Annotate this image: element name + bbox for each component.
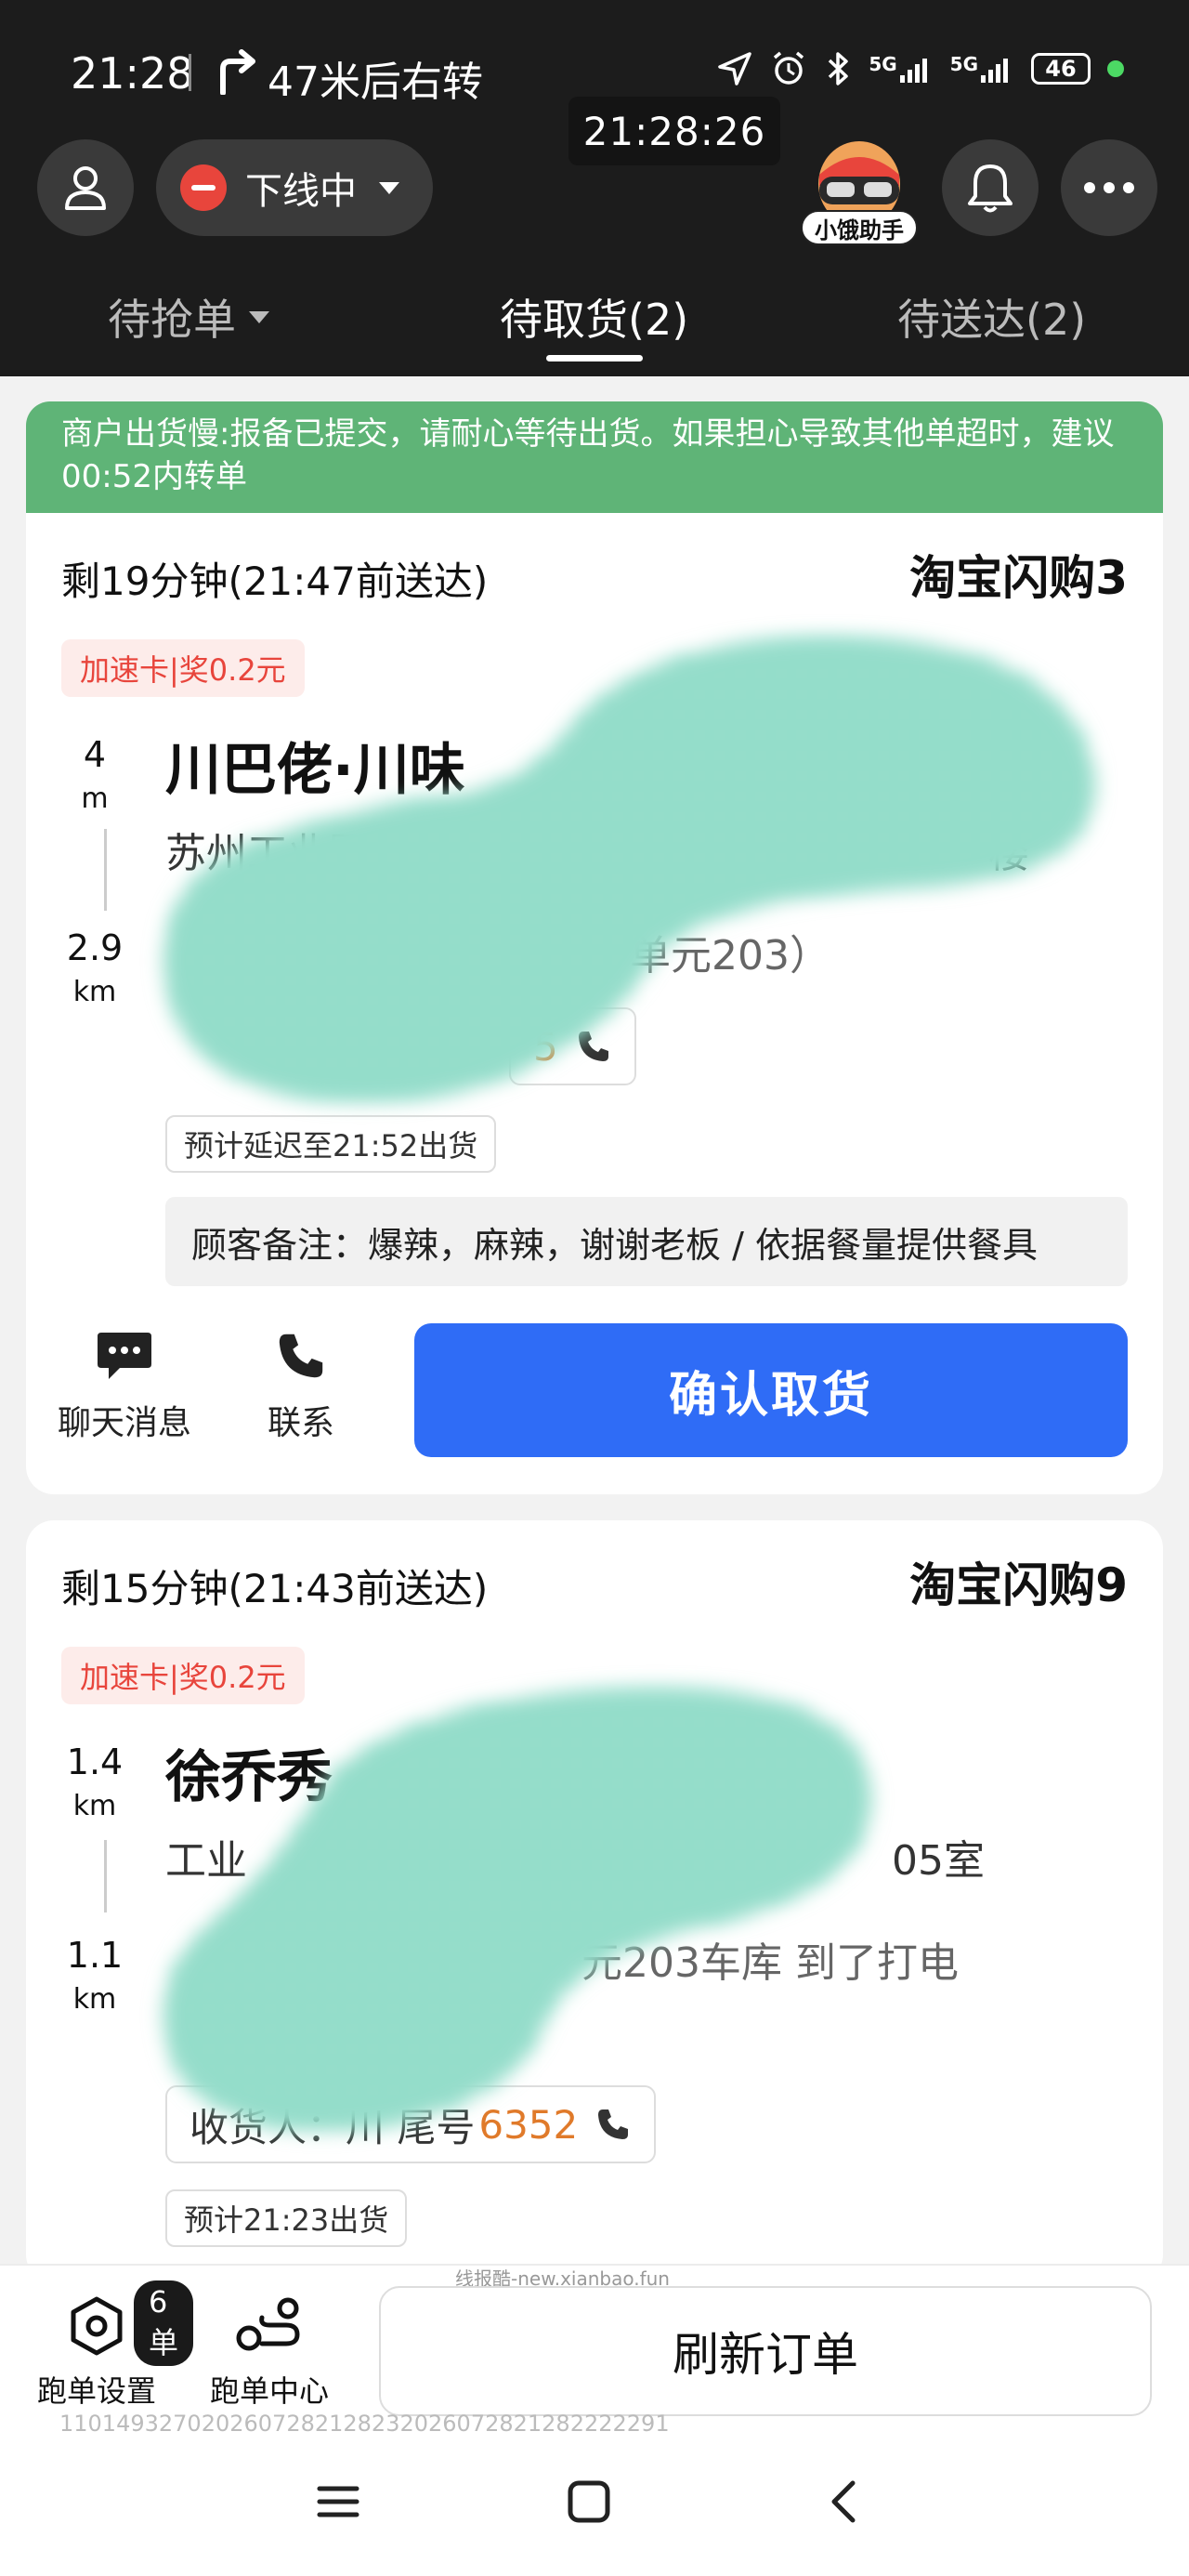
chat-label: 聊天消息: [58, 1404, 192, 1442]
more-button[interactable]: [1061, 139, 1157, 236]
order-card[interactable]: 剩15分钟(21:43前送达) 淘宝闪购9 加速卡|奖0.2元 1.4 km 1…: [26, 1520, 1163, 2282]
system-navigation-bar: [0, 2450, 1189, 2576]
back-icon[interactable]: [821, 2477, 869, 2526]
customer-address: 元203车库 到了打电: [581, 1939, 959, 1987]
refresh-orders-button[interactable]: 刷新订单: [379, 2286, 1152, 2416]
settings-label: 跑单设置: [37, 2373, 157, 2409]
menu-icon[interactable]: [314, 2477, 362, 2526]
chat-button[interactable]: 聊天消息: [58, 1329, 191, 1444]
navigation-hint: 47米后右转: [268, 59, 483, 106]
delivery-distance: 1.1 km: [58, 1935, 132, 2016]
settings-hexagon-icon: [71, 2296, 123, 2356]
platform-tag: 淘宝闪购9: [909, 1558, 1128, 1612]
status-divider: [189, 54, 191, 91]
signal-1: 5G: [869, 55, 933, 83]
alarm-icon: [774, 51, 804, 85]
profile-button[interactable]: [37, 139, 134, 236]
battery-level: 46: [1031, 53, 1091, 85]
privacy-dot: [1107, 60, 1124, 77]
phone-icon: [578, 1032, 608, 1061]
receiver-label: 收货人：川 尾号: [189, 2104, 476, 2150]
pickup-distance: 1.4 km: [58, 1741, 132, 1822]
bell-icon: [968, 164, 1013, 213]
customer-remark: 顾客备注：爆辣，麻辣，谢谢老板 / 依据餐量提供餐具: [165, 1197, 1128, 1286]
order-count-badge: 6单: [134, 2280, 194, 2366]
tab-label: 待取货(2): [500, 295, 689, 345]
call-customer-chip[interactable]: 收货人：川 尾号 6352: [165, 2085, 657, 2163]
offline-icon: [180, 164, 227, 211]
pickup-eta: 预计21:23出货: [165, 2189, 408, 2247]
distance-unit: km: [72, 1790, 117, 1822]
merchant-address-tail: 05室: [892, 1837, 985, 1885]
chevron-down-icon: [379, 181, 399, 194]
order-center-button[interactable]: 跑单中心: [210, 2293, 329, 2411]
distance-value: 2.9: [66, 927, 124, 968]
status-icons: 5G 5G 46: [716, 50, 1124, 87]
route-icon: [236, 2297, 300, 2351]
order-settings-button[interactable]: 跑单设置 6单: [37, 2280, 194, 2411]
distance-unit: km: [72, 976, 117, 1008]
merchant-address-tail: 楼: [988, 830, 1029, 877]
bonus-badge: 加速卡|奖0.2元: [61, 639, 305, 697]
active-tab-indicator: [546, 355, 643, 361]
assistant-label[interactable]: 小饿助手: [801, 210, 918, 245]
merchant-address: 工业: [165, 1837, 247, 1885]
platform-tag: 淘宝闪购3: [909, 551, 1128, 605]
bonus-badge: 加速卡|奖0.2元: [61, 1647, 305, 1704]
phone-icon: [279, 1334, 323, 1378]
delivery-distance: 2.9 km: [58, 927, 132, 1008]
phone-tail: 5: [533, 1023, 558, 1070]
more-dots-icon: [1084, 182, 1134, 193]
chat-bubble-icon: [98, 1333, 151, 1379]
status-time: 21:28: [71, 48, 194, 99]
user-icon: [65, 166, 106, 210]
chevron-down-icon: [249, 310, 269, 323]
bluetooth-icon: [829, 52, 849, 85]
signal-2: 5G: [950, 55, 1014, 83]
signal-bars-icon: [981, 59, 1008, 83]
route-line: [104, 829, 107, 911]
contact-button[interactable]: 联系: [268, 1329, 334, 1444]
location-arrow-icon: [718, 52, 752, 85]
notifications-button[interactable]: [942, 139, 1039, 236]
tab-label: 待抢单: [108, 295, 236, 345]
merchant-address: 苏州工业园区: [165, 830, 411, 877]
top-header: 21:28 47米后右转 5G 5G 46 21:28:26 下线中 小饿助手 …: [0, 0, 1189, 376]
route-line: [104, 1840, 107, 1912]
merchant-name: 川巴佬·川味: [165, 738, 465, 803]
phone-tail: 6352: [478, 2101, 579, 2148]
tab-label: 待送达(2): [897, 295, 1087, 345]
status-label: 下线中: [245, 170, 357, 213]
clock-display: 21:28:26: [568, 97, 780, 165]
pickup-distance: 4 m: [58, 734, 132, 815]
customer-address: 单元203）: [630, 932, 830, 979]
time-remaining: 剩19分钟(21:47前送达): [61, 559, 489, 604]
distance-value: 4: [83, 734, 107, 775]
network-type: 5G: [869, 53, 897, 75]
tab-pending-grab[interactable]: 待抢单: [108, 286, 269, 348]
turn-right-icon: [220, 49, 255, 95]
network-type: 5G: [949, 53, 978, 75]
footer-id: 1101493270202607282128232026072821282222…: [59, 2411, 670, 2437]
distance-unit: km: [72, 1983, 117, 2016]
merchant-delay-notice: 商户出货慢:报备已提交，请耐心等待出货。如果担心导致其他单超时，建议00:52内…: [26, 401, 1163, 513]
merchant-name: 徐乔秀: [165, 1745, 333, 1810]
online-status-toggle[interactable]: 下线中: [156, 139, 433, 236]
call-customer-chip[interactable]: 5: [509, 1007, 636, 1085]
order-card[interactable]: 剩19分钟(21:47前送达) 淘宝闪购3 加速卡|奖0.2元 4 m 2.9 …: [26, 513, 1163, 1494]
pickup-eta: 预计延迟至21:52出货: [165, 1115, 497, 1173]
center-label: 跑单中心: [210, 2373, 330, 2409]
phone-icon: [598, 2109, 629, 2139]
signal-bars-icon: [899, 59, 927, 83]
time-remaining: 剩15分钟(21:43前送达): [61, 1566, 489, 1611]
confirm-pickup-button[interactable]: 确认取货: [414, 1323, 1128, 1457]
tab-pending-pickup[interactable]: 待取货(2): [500, 286, 688, 348]
distance-value: 1.4: [66, 1741, 124, 1782]
home-icon[interactable]: [565, 2477, 613, 2526]
tab-pending-delivery[interactable]: 待送达(2): [897, 286, 1086, 348]
distance-unit: m: [81, 782, 109, 815]
contact-label: 联系: [268, 1404, 335, 1442]
distance-value: 1.1: [66, 1935, 124, 1976]
